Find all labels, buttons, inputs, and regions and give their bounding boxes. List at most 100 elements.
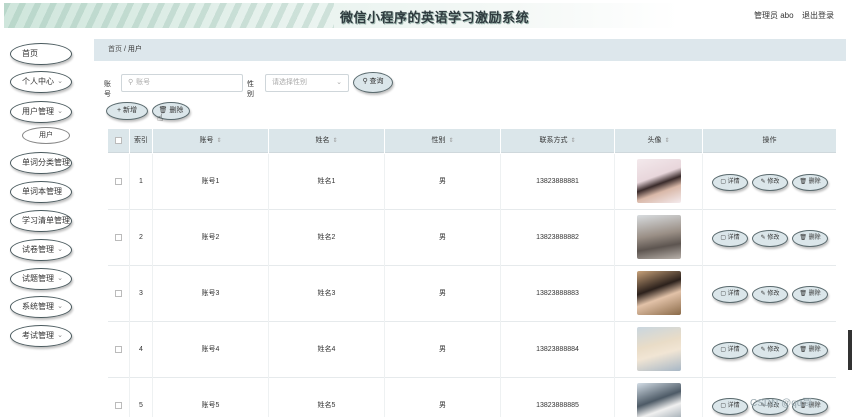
edit-button[interactable]: ✎ 修改 [752, 342, 788, 359]
search-button[interactable]: ⚲ 查询 [353, 72, 393, 93]
detail-icon: ▢ [720, 347, 726, 353]
edit-button[interactable]: ✎ 修改 [752, 174, 788, 191]
sort-icon[interactable]: ⇕ [570, 138, 575, 144]
cell-phone: 13823888884 [501, 322, 615, 378]
top-header: 微信小程序的英语学习激励系统 管理员 abo 退出登录 [4, 3, 848, 28]
chevron-down-icon: ⌄ [57, 332, 63, 339]
sidebar-item-study-list[interactable]: 学习清单管理 [10, 210, 72, 232]
row-checkbox[interactable] [115, 233, 122, 241]
sort-icon[interactable]: ⇕ [664, 138, 669, 144]
account-label: 账号 [104, 81, 111, 98]
cell-account: 账号3 [153, 266, 269, 322]
edit-button-label: 修改 [767, 291, 780, 297]
breadcrumb-home[interactable]: 首页 [108, 46, 122, 53]
detail-icon: ▢ [720, 235, 726, 241]
delete-button[interactable]: 🗑 删除 [792, 286, 828, 303]
breadcrumb: 首页 / 用户 [94, 39, 846, 61]
detail-button-label: 详情 [727, 179, 740, 185]
delete-button[interactable]: 🗑 删除 [792, 174, 828, 191]
cell-account: 账号4 [153, 322, 269, 378]
trash-icon: 🗑 [799, 235, 807, 241]
logout-link[interactable]: 退出登录 [802, 10, 834, 21]
delete-button[interactable]: 🗑 删除 [792, 230, 828, 247]
sidebar-item-question[interactable]: 试题管理 ⌄ [10, 268, 72, 290]
detail-button[interactable]: ▢ 详情 [712, 398, 748, 415]
row-checkbox[interactable] [115, 177, 122, 185]
detail-icon: ▢ [720, 403, 726, 409]
column-header-index: 索引 [130, 129, 153, 153]
chevron-down-icon: ⌄ [57, 78, 63, 85]
cell-name: 姓名4 [269, 322, 385, 378]
plus-icon: + [116, 107, 122, 114]
sort-icon[interactable]: ⇕ [216, 138, 221, 144]
avatar [637, 215, 681, 259]
sidebar-item-home[interactable]: 首页 [10, 43, 72, 65]
avatar [637, 159, 681, 203]
sidebar-subitem-user[interactable]: 用户 [22, 127, 70, 144]
row-checkbox[interactable] [115, 401, 122, 409]
chevron-down-icon: ⌄ [57, 275, 63, 282]
cell-name: 姓名5 [269, 378, 385, 417]
sidebar-item-user-management[interactable]: 用户管理 ⌄ [10, 101, 72, 123]
trash-icon: 🗑 [799, 291, 807, 297]
sidebar-item-exam[interactable]: 考试管理 ⌄ [10, 325, 72, 347]
sidebar-item-label: 考试管理 [22, 331, 54, 340]
edit-button[interactable]: ✎ 修改 [752, 230, 788, 247]
edit-icon: ✎ [760, 347, 766, 353]
row-checkbox[interactable] [115, 345, 122, 353]
cell-index: 2 [130, 210, 153, 266]
chevron-down-icon: ⌄ [57, 188, 63, 195]
detail-button[interactable]: ▢ 详情 [712, 174, 748, 191]
main-content: 首页 / 用户 账号 ⚲ 账号 性别 请选择性别 ⌄ ⚲ 查询 + 新增 🗑 删除 [92, 28, 848, 417]
breadcrumb-current: 用户 [127, 46, 142, 53]
sidebar-item-label: 试题管理 [22, 274, 54, 283]
detail-button-label: 详情 [727, 403, 740, 409]
breadcrumb-separator: / [123, 46, 126, 53]
detail-icon: ▢ [720, 179, 726, 185]
sort-icon[interactable]: ⇕ [448, 138, 453, 144]
cell-gender: 男 [385, 378, 501, 417]
add-button[interactable]: + 新增 [106, 102, 148, 120]
window-edge [848, 330, 852, 370]
detail-button-label: 详情 [727, 347, 740, 353]
app-window: 微信小程序的英语学习激励系统 管理员 abo 退出登录 首页 个人中心 ⌄ 用户管… [4, 3, 848, 417]
column-header-label: 性别 [431, 137, 446, 144]
detail-button[interactable]: ▢ 详情 [712, 286, 748, 303]
watermark: CSDN @qq哥 [750, 398, 813, 409]
cell-name: 姓名3 [269, 266, 385, 322]
edit-button[interactable]: ✎ 修改 [752, 286, 788, 303]
detail-button[interactable]: ▢ 详情 [712, 230, 748, 247]
delete-button-label: 删除 [808, 347, 821, 353]
column-header-account[interactable]: 账号 ⇕ [153, 129, 269, 153]
edit-icon: ✎ [760, 235, 766, 241]
sidebar-item-system[interactable]: 系统管理 ⌄ [10, 296, 72, 318]
sidebar-item-word-category[interactable]: 单词分类管理 [10, 152, 72, 174]
gender-select[interactable]: 请选择性别 ⌄ [265, 74, 349, 92]
table-row: 3 账号3 姓名3 男 13823888883 ▢ 详情 ✎ 修改 🗑 删除 [108, 266, 836, 322]
avatar [637, 271, 681, 315]
detail-button[interactable]: ▢ 详情 [712, 342, 748, 359]
column-header-gender[interactable]: 性别 ⇕ [385, 129, 501, 153]
detail-button-label: 详情 [727, 291, 740, 297]
cell-name: 姓名2 [269, 210, 385, 266]
cell-index: 1 [130, 154, 153, 210]
sidebar-item-label: 系统管理 [22, 302, 54, 311]
search-icon: ⚲ [128, 79, 134, 86]
cell-gender: 男 [385, 210, 501, 266]
select-all-checkbox[interactable] [115, 136, 122, 144]
avatar [637, 383, 681, 417]
account-search-input[interactable]: ⚲ 账号 [121, 74, 243, 92]
delete-button-label: 删除 [808, 179, 821, 185]
sidebar-item-profile[interactable]: 个人中心 ⌄ [10, 71, 72, 93]
cell-phone: 13823888882 [501, 210, 615, 266]
sidebar-item-paper[interactable]: 试卷管理 ⌄ [10, 239, 72, 261]
column-header-actions: 操作 [762, 137, 777, 144]
row-checkbox-cell [108, 322, 130, 378]
column-header-avatar[interactable]: 头像 ⇕ [615, 129, 703, 153]
column-header-phone[interactable]: 联系方式 ⇕ [501, 129, 615, 153]
sort-icon[interactable]: ⇕ [332, 138, 337, 144]
row-checkbox[interactable] [115, 289, 122, 297]
delete-button[interactable]: 🗑 删除 [792, 342, 828, 359]
sidebar-item-wordbook[interactable]: 单词本管理 ⌄ [10, 181, 72, 203]
column-header-name[interactable]: 姓名 ⇕ [269, 129, 385, 153]
